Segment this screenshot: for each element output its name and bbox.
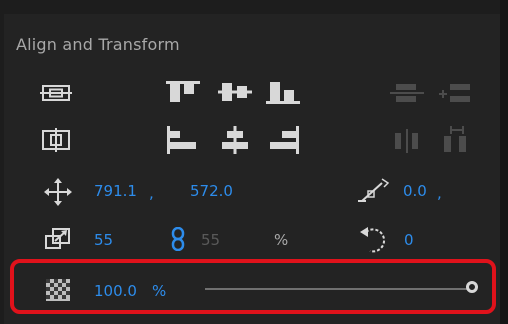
rotation-value[interactable]: 0.0 <box>403 182 427 200</box>
align-to-selection-vertical-icon[interactable] <box>40 128 72 152</box>
position-x-value[interactable]: 791.1 <box>94 182 137 200</box>
align-vertical-center-icon[interactable] <box>218 80 252 104</box>
align-horizontal-center-icon[interactable] <box>218 126 252 154</box>
scale-icon <box>44 226 72 252</box>
panel-title: Align and Transform <box>16 35 180 54</box>
constrain-proportions-link-icon[interactable] <box>171 227 185 251</box>
top-bar <box>0 0 508 14</box>
scale-width-value[interactable]: 55 <box>94 231 113 249</box>
align-top-icon[interactable] <box>166 80 200 104</box>
panel-scrollbar[interactable] <box>500 0 508 324</box>
anchor-rotate-icon <box>356 224 392 254</box>
align-left-icon[interactable] <box>166 126 200 154</box>
opacity-row-highlight <box>10 259 496 314</box>
align-to-selection-horizontal-icon[interactable] <box>40 82 72 104</box>
distribute-vertical-icon[interactable] <box>390 82 424 104</box>
rotation-separator: , <box>437 184 442 202</box>
position-move-icon <box>44 178 72 206</box>
position-y-value[interactable]: 572.0 <box>190 182 233 200</box>
position-separator: , <box>149 184 154 202</box>
anchor-value[interactable]: 0 <box>404 231 414 249</box>
rotation-icon <box>356 177 392 205</box>
scale-unit: % <box>274 231 289 249</box>
align-bottom-icon[interactable] <box>266 80 300 104</box>
distribute-vertical-spacing-icon[interactable] <box>438 82 472 104</box>
distribute-horizontal-icon[interactable] <box>392 126 426 154</box>
distribute-horizontal-spacing-icon[interactable] <box>440 124 474 154</box>
scale-height-value[interactable]: 55 <box>201 231 220 249</box>
align-right-icon[interactable] <box>266 126 300 154</box>
